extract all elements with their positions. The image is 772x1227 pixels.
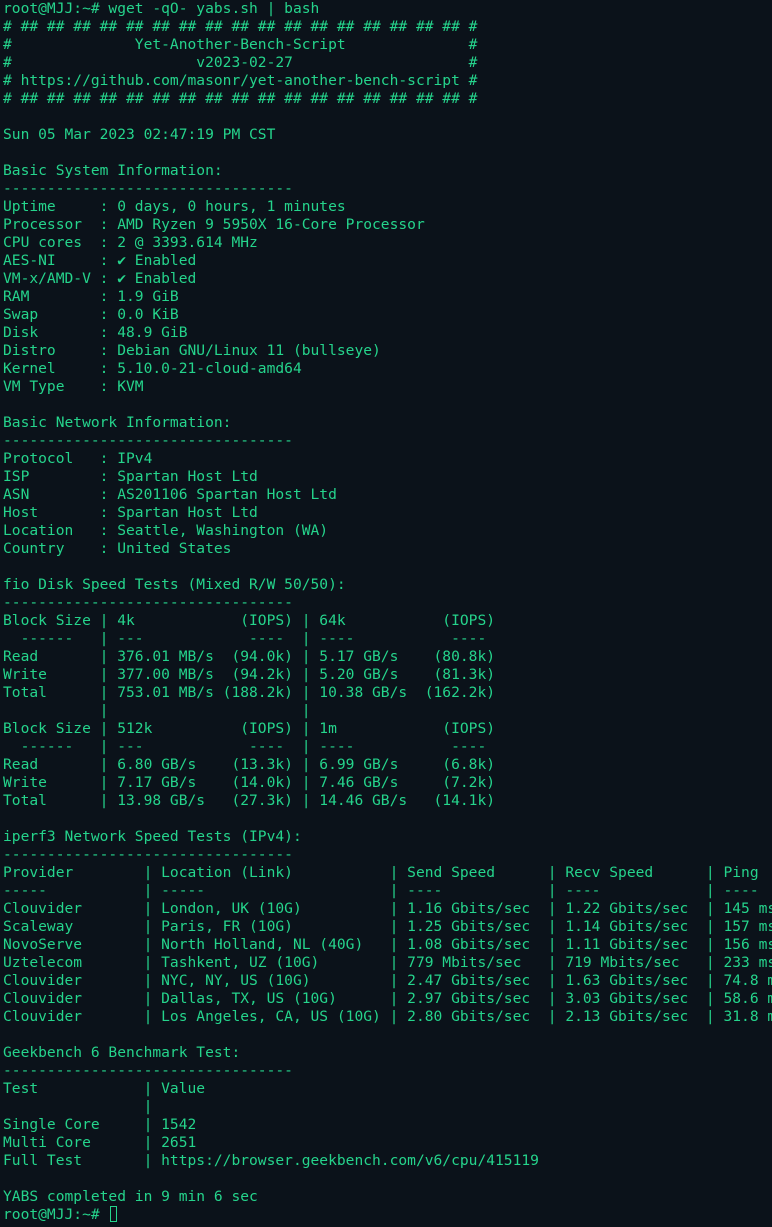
terminal-line: # ## ## ## ## ## ## ## ## ## ## ## ## ##… xyxy=(3,90,478,107)
terminal-line: CPU cores : 2 @ 3393.614 MHz xyxy=(3,234,258,251)
terminal-line: Read | 376.01 MB/s (94.0k) | 5.17 GB/s (… xyxy=(3,648,496,665)
terminal-line: Read | 6.80 GB/s (13.3k) | 6.99 GB/s (6.… xyxy=(3,756,496,773)
terminal-line: Block Size | 4k (IOPS) | 64k (IOPS) xyxy=(3,612,496,629)
terminal-line: Basic System Information: xyxy=(3,162,223,179)
terminal-line: Clouvider | Dallas, TX, US (10G) | 2.97 … xyxy=(3,990,772,1007)
terminal-line: AES-NI : ✔ Enabled xyxy=(3,252,197,269)
terminal-line: Uztelecom | Tashkent, UZ (10G) | 779 Mbi… xyxy=(3,954,772,971)
terminal-line: Location : Seattle, Washington (WA) xyxy=(3,522,329,539)
terminal-line: Scaleway | Paris, FR (10G) | 1.25 Gbits/… xyxy=(3,918,772,935)
terminal-line: Write | 7.17 GB/s (14.0k) | 7.46 GB/s (7… xyxy=(3,774,496,791)
terminal-line: # Yet-Another-Bench-Script # xyxy=(3,36,478,53)
terminal-line: fio Disk Speed Tests (Mixed R/W 50/50): xyxy=(3,576,346,593)
terminal-line: Clouvider | London, UK (10G) | 1.16 Gbit… xyxy=(3,900,772,917)
terminal-line: # https://github.com/masonr/yet-another-… xyxy=(3,72,478,89)
terminal-line: iperf3 Network Speed Tests (IPv4): xyxy=(3,828,302,845)
shell-prompt: root@MJJ:~# xyxy=(3,1206,109,1223)
terminal-line: ISP : Spartan Host Ltd xyxy=(3,468,258,485)
terminal-line: # ## ## ## ## ## ## ## ## ## ## ## ## ##… xyxy=(3,18,478,35)
terminal-line: ----- | ----- | ---- | ---- | ---- xyxy=(3,882,759,899)
terminal-line: NovoServe | North Holland, NL (40G) | 1.… xyxy=(3,936,772,953)
terminal-line: Test | Value xyxy=(3,1080,206,1097)
terminal-line: --------------------------------- xyxy=(3,1062,293,1079)
terminal-line: YABS completed in 9 min 6 sec xyxy=(3,1188,258,1205)
terminal-line: Clouvider | NYC, NY, US (10G) | 2.47 Gbi… xyxy=(3,972,772,989)
terminal-line: Host : Spartan Host Ltd xyxy=(3,504,258,521)
terminal-line: Write | 377.00 MB/s (94.2k) | 5.20 GB/s … xyxy=(3,666,496,683)
terminal-line: --------------------------------- xyxy=(3,594,293,611)
terminal-line: VM Type : KVM xyxy=(3,378,144,395)
terminal-line: ASN : AS201106 Spartan Host Ltd xyxy=(3,486,337,503)
terminal-line: ------ | --- ---- | ---- ---- xyxy=(3,630,496,647)
terminal-line: --------------------------------- xyxy=(3,432,293,449)
terminal-line: Uptime : 0 days, 0 hours, 1 minutes xyxy=(3,198,346,215)
terminal-line: Protocol : IPv4 xyxy=(3,450,153,467)
terminal-line: Full Test | https://browser.geekbench.co… xyxy=(3,1152,539,1169)
terminal-line: Sun 05 Mar 2023 02:47:19 PM CST xyxy=(3,126,276,143)
terminal-line: Total | 753.01 MB/s (188.2k) | 10.38 GB/… xyxy=(3,684,496,701)
terminal-line: Disk : 48.9 GiB xyxy=(3,324,188,341)
terminal-line: Total | 13.98 GB/s (27.3k) | 14.46 GB/s … xyxy=(3,792,496,809)
terminal-line: Distro : Debian GNU/Linux 11 (bullseye) xyxy=(3,342,381,359)
terminal-line: Swap : 0.0 KiB xyxy=(3,306,179,323)
terminal-line: Block Size | 512k (IOPS) | 1m (IOPS) xyxy=(3,720,496,737)
terminal-line: Provider | Location (Link) | Send Speed … xyxy=(3,864,759,881)
terminal-output: root@MJJ:~# wget -qO- yabs.sh | bash # ##… xyxy=(3,0,772,1206)
terminal-line: --------------------------------- xyxy=(3,180,293,197)
terminal-line: Geekbench 6 Benchmark Test: xyxy=(3,1044,241,1061)
text-cursor xyxy=(110,1206,118,1222)
terminal-line: ------ | --- ---- | ---- ---- xyxy=(3,738,496,755)
terminal-line: --------------------------------- xyxy=(3,846,293,863)
terminal-line: | xyxy=(3,1098,153,1115)
terminal-line: | | xyxy=(3,702,496,719)
terminal-line: root@MJJ:~# wget -qO- yabs.sh | bash xyxy=(3,0,320,17)
terminal-line: Basic Network Information: xyxy=(3,414,232,431)
terminal-line: RAM : 1.9 GiB xyxy=(3,288,179,305)
terminal-line: Country : United States xyxy=(3,540,232,557)
prompt-line[interactable]: root@MJJ:~# xyxy=(3,1206,772,1224)
terminal-line: # v2023-02-27 # xyxy=(3,54,478,71)
terminal-line: Single Core | 1542 xyxy=(3,1116,197,1133)
terminal-line: Kernel : 5.10.0-21-cloud-amd64 xyxy=(3,360,302,377)
terminal-line: Multi Core | 2651 xyxy=(3,1134,197,1151)
terminal-window[interactable]: root@MJJ:~# wget -qO- yabs.sh | bash # ##… xyxy=(0,0,772,1227)
terminal-line: VM-x/AMD-V : ✔ Enabled xyxy=(3,270,197,287)
terminal-line: Clouvider | Los Angeles, CA, US (10G) | … xyxy=(3,1008,772,1025)
terminal-line: Processor : AMD Ryzen 9 5950X 16-Core Pr… xyxy=(3,216,425,233)
